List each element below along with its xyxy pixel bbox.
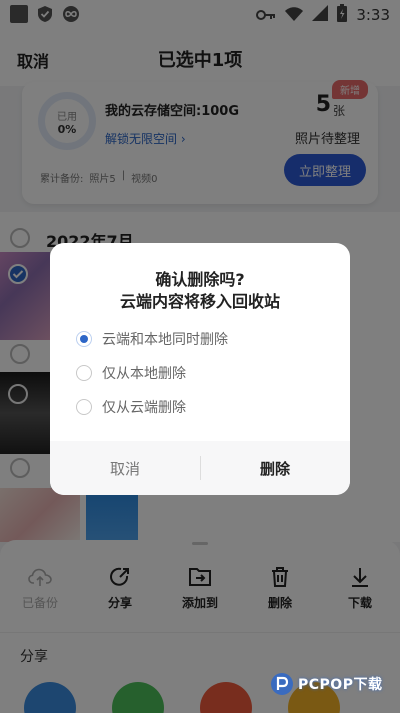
option-label: 仅从云端删除: [102, 400, 186, 416]
dialog-delete-button[interactable]: 删除: [200, 441, 350, 495]
pcpop-logo-icon: [271, 673, 293, 695]
dialog-title-line1: 确认删除吗?: [155, 270, 245, 289]
dialog-cancel-button[interactable]: 取消: [50, 441, 200, 495]
radio-unselected[interactable]: [76, 399, 92, 415]
radio-selected[interactable]: [76, 331, 92, 347]
confirm-delete-dialog: 确认删除吗? 云端内容将移入回收站 云端和本地同时删除 仅从本地删除 仅从云端删…: [50, 243, 350, 495]
option-delete-cloud[interactable]: 仅从云端删除: [76, 397, 186, 417]
watermark: PCPOP下载: [270, 667, 390, 701]
dialog-actions: 取消 删除: [50, 441, 350, 495]
option-label: 云端和本地同时删除: [102, 332, 228, 348]
radio-unselected[interactable]: [76, 365, 92, 381]
option-label: 仅从本地删除: [102, 366, 186, 382]
dialog-title-line2: 云端内容将移入回收站: [119, 292, 280, 311]
option-delete-both[interactable]: 云端和本地同时删除: [76, 329, 228, 349]
option-delete-local[interactable]: 仅从本地删除: [76, 363, 186, 383]
watermark-text: PCPOP下载: [298, 677, 383, 693]
dialog-title: 确认删除吗? 云端内容将移入回收站: [50, 269, 350, 313]
